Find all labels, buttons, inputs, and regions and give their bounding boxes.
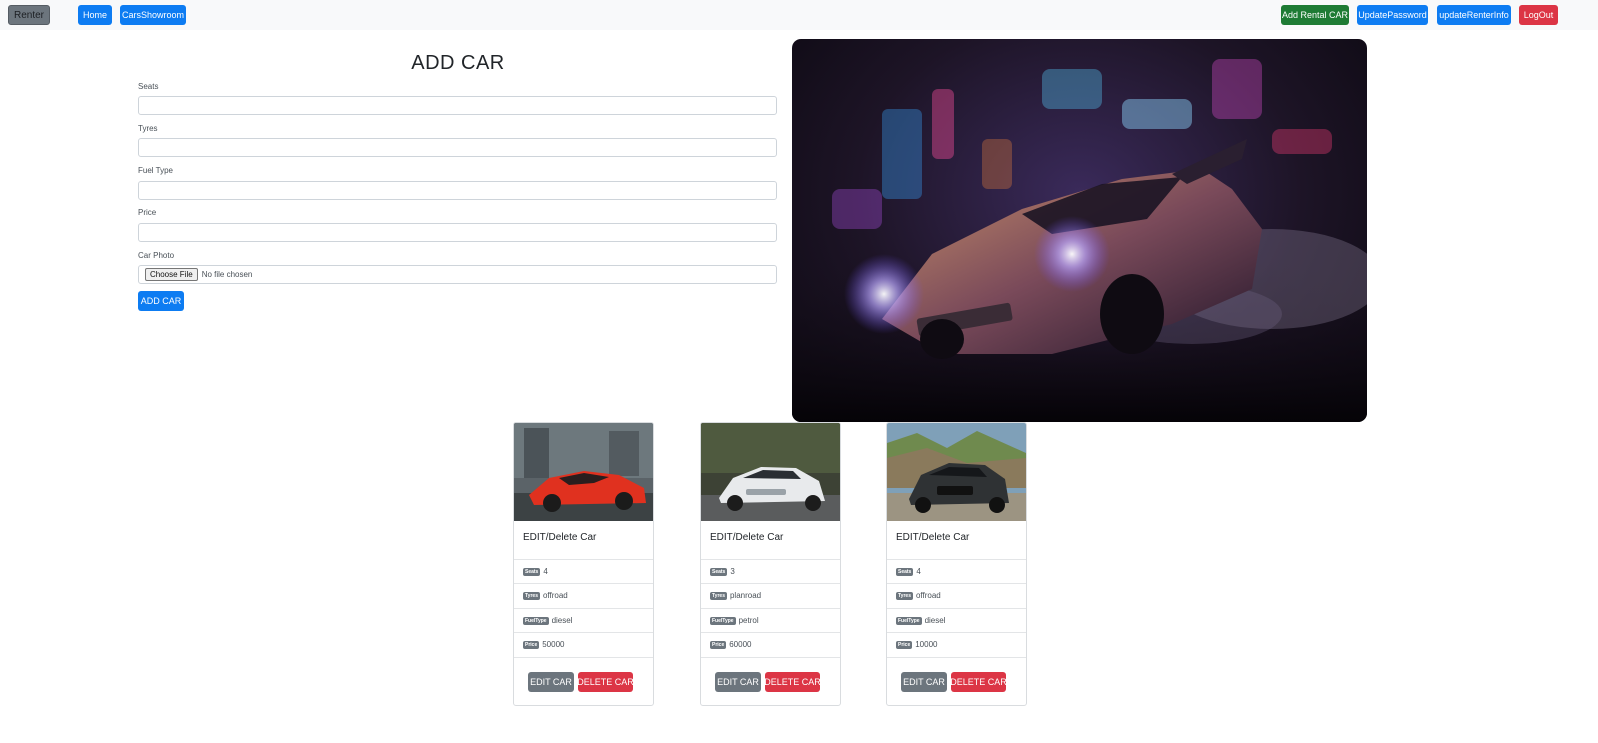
edit-car-button[interactable]: EDIT CAR [715,672,761,692]
card-fuel-row: FuelType petrol [701,608,840,632]
car-photo-label: Car Photo [138,251,175,260]
tyres-badge: Tyres [896,591,913,600]
navbar: Renter Home CarsShowroom Add Rental CAR … [0,0,1598,30]
card-footer: EDIT CAR DELETE CAR [701,657,840,705]
nav-cars-showroom-button[interactable]: CarsShowroom [120,5,186,25]
card-price-value: 60000 [729,640,752,649]
card-tyres-value: offroad [915,591,941,600]
card-seats-row: Seats 4 [514,559,653,583]
card-seats-value: 4 [916,567,921,576]
delete-car-button[interactable]: DELETE CAR [577,672,634,692]
seats-badge: Seats [710,567,728,576]
card-tyres-value: offroad [542,591,568,600]
car-card: EDIT/Delete Car Seats 4 Tyres offroad Fu… [886,422,1027,706]
delete-car-button[interactable]: DELETE CAR [950,672,1007,692]
car-photo-file-input[interactable]: Choose File No file chosen [138,265,777,284]
add-rental-car-button[interactable]: Add Rental CAR [1281,5,1349,25]
seats-badge: Seats [896,567,914,576]
card-footer: EDIT CAR DELETE CAR [887,657,1026,705]
card-seats-row: Seats 3 [701,559,840,583]
car-card: EDIT/Delete Car Seats 3 Tyres planroad F… [700,422,841,706]
update-renter-info-button[interactable]: updateRenterInfo [1437,5,1511,25]
fuel-type-input[interactable] [138,181,777,200]
add-car-submit-button[interactable]: ADD CAR [138,291,184,311]
tyres-input[interactable] [138,138,777,157]
card-seats-value: 4 [543,567,548,576]
delete-car-button[interactable]: DELETE CAR [764,672,821,692]
logout-button[interactable]: LogOut [1519,5,1558,25]
card-fuel-row: FuelType diesel [887,608,1026,632]
card-price-value: 50000 [542,640,565,649]
car-photo-white [701,423,840,521]
edit-car-button[interactable]: EDIT CAR [901,672,947,692]
fuel-type-badge: FuelType [710,616,736,625]
card-fuel-row: FuelType diesel [514,608,653,632]
fuel-type-badge: FuelType [523,616,549,625]
card-fuel-value: diesel [551,616,573,625]
file-status-text: No file chosen [201,270,253,279]
card-tyres-row: Tyres offroad [887,583,1026,607]
tyres-badge: Tyres [523,591,540,600]
fuel-type-badge: FuelType [896,616,922,625]
tyres-label: Tyres [138,124,158,133]
card-price-row: Price 60000 [701,632,840,656]
price-badge: Price [523,640,540,649]
choose-file-button[interactable]: Choose File [145,268,198,281]
car-image [701,423,840,521]
car-card: EDIT/Delete Car Seats 4 Tyres offroad Fu… [513,422,654,706]
price-badge: Price [710,640,727,649]
price-badge: Price [896,640,913,649]
tyres-badge: Tyres [710,591,727,600]
card-tyres-row: Tyres planroad [701,583,840,607]
fuel-type-label: Fuel Type [138,166,173,175]
card-title: EDIT/Delete Car [896,532,970,543]
card-tyres-value: planroad [729,591,762,600]
nav-home-button[interactable]: Home [78,5,112,25]
seats-label: Seats [138,82,159,91]
card-fuel-value: diesel [924,616,946,625]
car-image [514,423,653,521]
card-price-row: Price 10000 [887,632,1026,656]
card-footer: EDIT CAR DELETE CAR [514,657,653,705]
hero-car-illustration [792,59,1367,422]
card-title: EDIT/Delete Car [523,532,597,543]
price-label: Price [138,208,157,217]
card-price-row: Price 50000 [514,632,653,656]
car-photo-grey [887,423,1026,521]
card-tyres-row: Tyres offroad [514,583,653,607]
update-password-button[interactable]: UpdatePassword [1357,5,1428,25]
price-input[interactable] [138,223,777,242]
seats-badge: Seats [523,567,541,576]
hero-car-image [792,39,1367,422]
card-seats-row: Seats 4 [887,559,1026,583]
seats-input[interactable] [138,96,777,115]
card-fuel-value: petrol [738,616,759,625]
car-image [887,423,1026,521]
car-photo-red [514,423,653,521]
edit-car-button[interactable]: EDIT CAR [528,672,574,692]
card-title: EDIT/Delete Car [710,532,784,543]
page-title: ADD CAR [411,52,505,74]
card-price-value: 10000 [915,640,938,649]
card-seats-value: 3 [730,567,735,576]
brand-button[interactable]: Renter [8,5,50,25]
